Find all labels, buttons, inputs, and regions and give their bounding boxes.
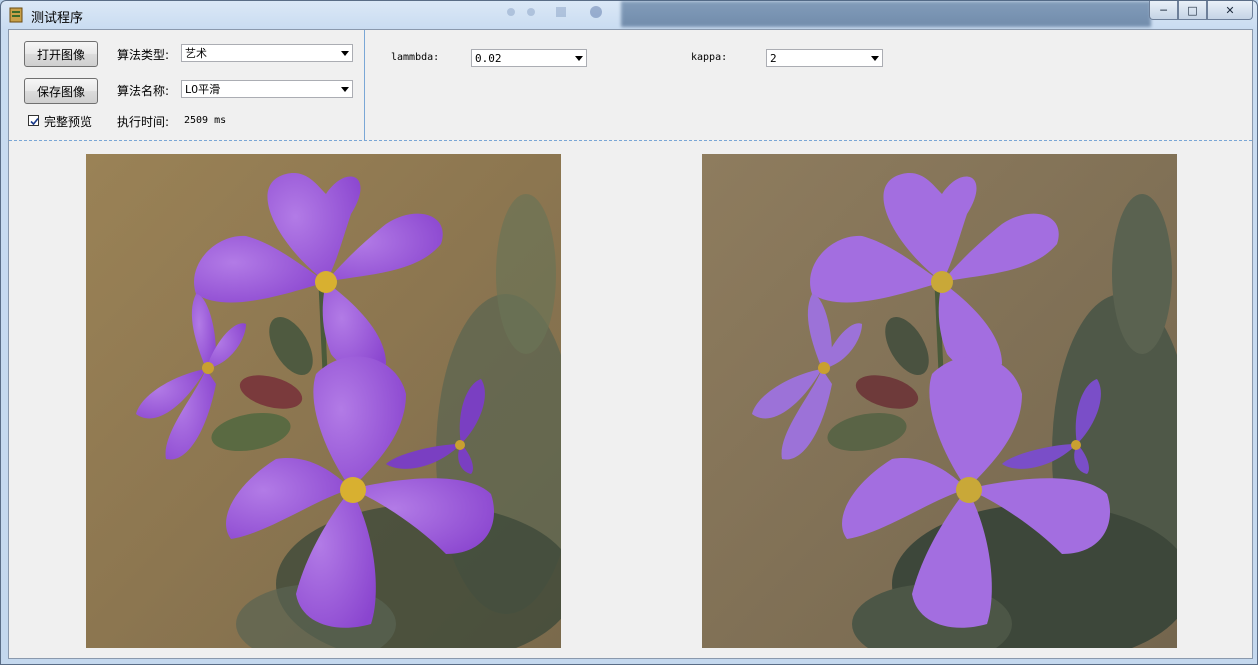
algo-name-value: L0平滑: [185, 83, 221, 96]
algo-type-value: 艺术: [185, 47, 207, 60]
save-image-button[interactable]: 保存图像: [24, 78, 98, 104]
checkmark-icon: [30, 117, 39, 126]
original-image: [86, 154, 561, 648]
dropdown-arrow-icon: [341, 87, 349, 92]
lambda-select[interactable]: 0.02: [471, 49, 587, 67]
full-preview-label[interactable]: 完整预览: [44, 113, 92, 130]
smoothed-image: [702, 154, 1177, 648]
algo-type-label: 算法类型:: [117, 48, 170, 62]
minimize-icon: ─: [1160, 3, 1167, 17]
window-title: 测试程序: [31, 11, 84, 26]
window-controls: ─ □ ✕: [1149, 1, 1253, 21]
maximize-icon: □: [1187, 3, 1198, 17]
app-icon: [9, 7, 23, 23]
client-area: 打开图像 保存图像 完整预览 算法类型: 艺术 算法名称: L0平滑 执行时间:…: [8, 29, 1253, 659]
close-button[interactable]: ✕: [1207, 1, 1253, 20]
horizontal-divider: [9, 140, 1252, 141]
background-window-blur: [621, 1, 1151, 27]
algo-name-select[interactable]: L0平滑: [181, 80, 353, 98]
dropdown-arrow-icon: [575, 56, 583, 61]
vertical-divider: [364, 30, 365, 140]
lambda-value: 0.02: [475, 52, 502, 65]
dropdown-arrow-icon: [341, 51, 349, 56]
full-preview-checkbox[interactable]: [28, 115, 39, 126]
open-image-button[interactable]: 打开图像: [24, 41, 98, 67]
kappa-label: kappa:: [691, 52, 728, 63]
lambda-label: lammbda:: [391, 52, 440, 63]
title-bar[interactable]: 测试程序 ─ □ ✕: [1, 1, 1257, 29]
background-taskbar-blur: [507, 6, 602, 18]
exec-time-value: 2509 ms: [184, 115, 227, 126]
maximize-button[interactable]: □: [1178, 1, 1207, 20]
exec-time-label: 执行时间:: [117, 115, 170, 129]
kappa-value: 2: [770, 52, 777, 65]
minimize-button[interactable]: ─: [1149, 1, 1178, 20]
close-icon: ✕: [1225, 3, 1235, 17]
kappa-select[interactable]: 2: [766, 49, 883, 67]
algo-name-label: 算法名称:: [117, 84, 170, 98]
app-window: 测试程序 ─ □ ✕ 打开图像 保存图像 完整预览 算法类型: 艺术 算法名称:…: [0, 0, 1258, 665]
dropdown-arrow-icon: [871, 56, 879, 61]
algo-type-select[interactable]: 艺术: [181, 44, 353, 62]
